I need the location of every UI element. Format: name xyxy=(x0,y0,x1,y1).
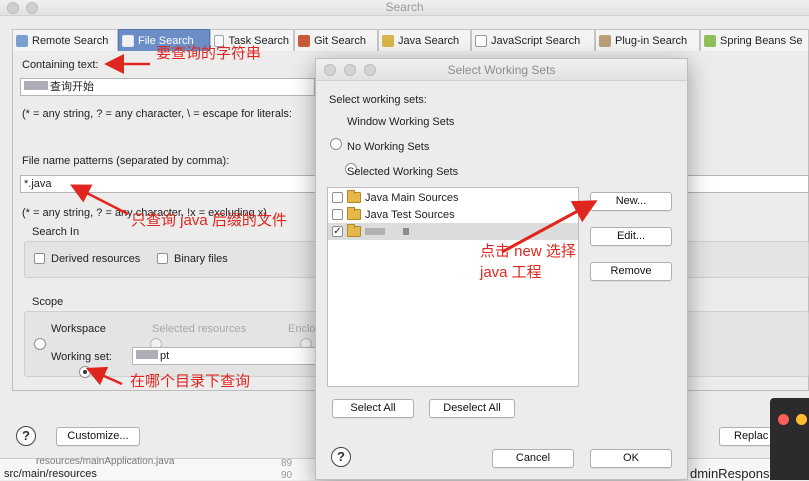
annotation-new-button-line1: 点击 new 选择 xyxy=(480,243,576,260)
annotation-arrows xyxy=(70,54,598,386)
annotation-new-button-line2: java 工程 xyxy=(480,264,542,281)
arrow-file-patterns xyxy=(70,184,129,216)
annotation-working-set: 在哪个目录下查询 xyxy=(130,373,251,390)
annotation-containing-text: 要查询的字符串 xyxy=(156,45,262,62)
annotation-file-patterns: 只查询 java 后缀的文件 xyxy=(131,212,287,229)
arrow-working-set xyxy=(85,366,123,386)
